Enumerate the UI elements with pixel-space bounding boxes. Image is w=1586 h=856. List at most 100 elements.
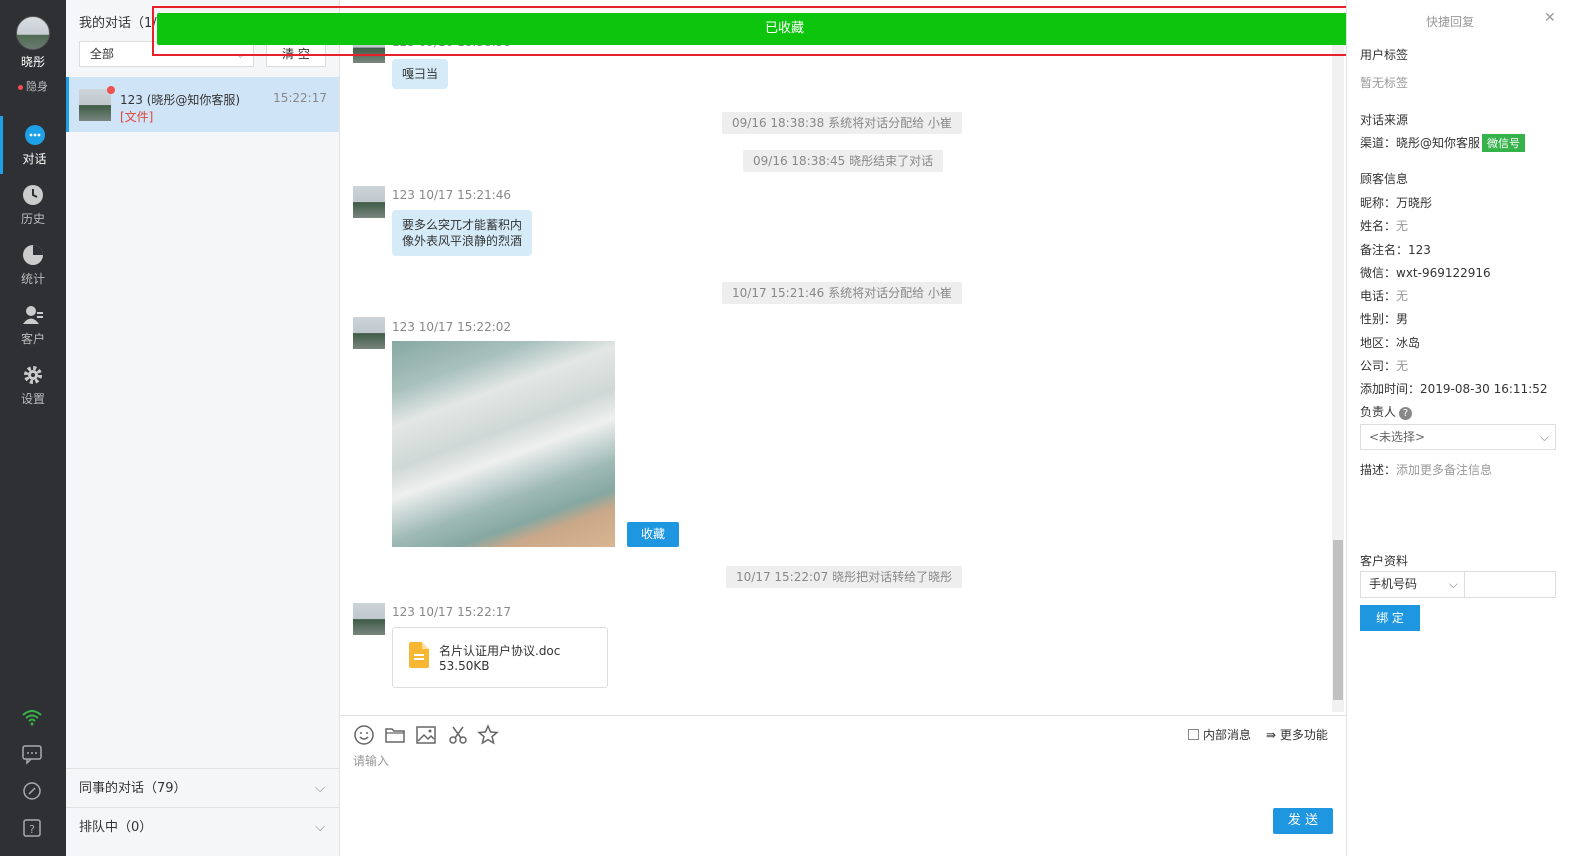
question-mark-icon[interactable]: ? (1399, 407, 1413, 420)
phone-row: 电话：无 (1360, 287, 1408, 304)
conversation-item[interactable]: 123 (晓彤@知你客服) [文件] 15:22:17 (66, 77, 339, 132)
user-avatar[interactable] (16, 16, 50, 50)
queue-group[interactable]: 排队中（0） ⌵ (66, 807, 339, 846)
clock-icon (23, 185, 43, 205)
name-row: 姓名：无 (1360, 217, 1408, 234)
left-nav: 晓彤 隐身 对话 历史 统计 客户 设置 ? (0, 0, 66, 856)
message-input[interactable]: 请输入 (353, 752, 389, 769)
description-label: 描述： (1360, 463, 1397, 477)
nav-item-label: 设置 (20, 392, 45, 406)
more-functions-button[interactable]: ⇛ 更多功能 (1266, 726, 1328, 743)
file-size: 53.50KB (439, 659, 490, 673)
help-icon[interactable]: ? (21, 817, 43, 839)
added-time-row: 添加时间：2019-08-30 16:11:52 (1360, 380, 1547, 397)
pie-chart-icon (23, 245, 43, 265)
channel-row: 渠道：晓彤@知你客服 微信号 (1360, 134, 1526, 152)
chat-scrollbar[interactable] (1332, 40, 1344, 712)
owner-select[interactable]: <未选择> ⌵ (1360, 424, 1556, 450)
message-avatar (353, 317, 385, 349)
region-row: 地区：冰岛 (1360, 334, 1420, 351)
company-value[interactable]: 无 (1396, 359, 1408, 373)
message-meta: 123 10/17 15:21:46 (392, 188, 512, 202)
image-icon[interactable] (415, 724, 437, 746)
added-time-label: 添加时间： (1360, 382, 1421, 396)
colleague-conversations-group[interactable]: 同事的对话（79） ⌵ (66, 768, 339, 807)
name-label: 姓名： (1360, 219, 1397, 233)
unread-dot-icon (107, 86, 115, 94)
company-label: 公司： (1360, 359, 1397, 373)
no-tags-text: 暂无标签 (1360, 76, 1409, 90)
region-label: 地区： (1360, 336, 1397, 350)
description-row: 描述：添加更多备注信息 (1360, 461, 1492, 478)
favorite-button[interactable]: 收藏 (627, 522, 679, 547)
nav-item-chat[interactable]: 对话 (0, 116, 66, 174)
close-icon[interactable]: ✕ (1544, 10, 1556, 26)
profile-type-select[interactable]: 手机号码 ⌵ (1360, 571, 1465, 598)
customer-profile-title: 客户资料 (1360, 554, 1409, 568)
remark-label: 备注名： (1360, 243, 1409, 257)
conversation-avatar (79, 89, 111, 121)
nickname-row: 昵称：万晓彤 (1360, 194, 1432, 211)
wechat-badge: 微信号 (1482, 134, 1526, 152)
nickname-value[interactable]: 万晓彤 (1396, 196, 1432, 210)
file-name: 名片认证用户协议.doc (439, 644, 561, 658)
nav-item-history[interactable]: 历史 (0, 176, 66, 234)
source-title: 对话来源 (1360, 113, 1409, 127)
message-image[interactable] (392, 341, 615, 547)
svg-text:?: ? (29, 823, 35, 836)
wechat-label: 微信： (1360, 266, 1397, 280)
message-meta: 123 10/17 15:22:02 (392, 320, 512, 334)
send-button[interactable]: 发 送 (1273, 808, 1333, 834)
nav-item-stats[interactable]: 统计 (0, 236, 66, 294)
phone-value[interactable]: 无 (1396, 289, 1408, 303)
region-value[interactable]: 冰岛 (1396, 336, 1420, 350)
toast-notification: 已收藏 (157, 13, 1412, 45)
emoji-icon[interactable] (353, 724, 375, 746)
quick-reply-tab[interactable]: 快捷回复 (1426, 13, 1474, 30)
conversation-list: 我的对话（1/ 全部 ⌵ 清 空 123 (晓彤@知你客服) [文件] 15:2… (66, 0, 340, 856)
conversation-name: 123 (晓彤@知你客服) (120, 93, 241, 107)
file-attachment-card[interactable]: 名片认证用户协议.doc 53.50KB (392, 627, 608, 688)
wifi-icon[interactable] (21, 706, 43, 728)
name-value[interactable]: 无 (1396, 219, 1408, 233)
message-bubble: 嘎彐当 (392, 59, 449, 89)
scissors-icon[interactable] (447, 724, 469, 746)
company-row: 公司：无 (1360, 357, 1408, 374)
internal-message-toggle[interactable]: 内部消息 (1188, 726, 1251, 743)
owner-label: 负责人 (1360, 405, 1397, 419)
my-conversations-title: 我的对话（1/ (79, 16, 157, 31)
folder-icon[interactable] (384, 724, 406, 746)
message-composer: 内部消息 ⇛ 更多功能 请输入 发 送 (340, 715, 1346, 856)
link-icon[interactable] (21, 780, 43, 802)
internal-message-checkbox[interactable] (1188, 729, 1199, 740)
gender-label: 性别： (1360, 312, 1397, 326)
document-file-icon (409, 642, 429, 668)
message-meta: 123 10/17 15:22:17 (392, 605, 512, 619)
customer-info-title: 顾客信息 (1360, 172, 1409, 186)
customer-icon (23, 306, 43, 324)
star-icon[interactable] (477, 724, 499, 746)
system-message: 09/16 18:38:38 系统将对话分配给 小崔 (722, 112, 962, 134)
phone-label: 电话： (1360, 289, 1397, 303)
system-message: 09/16 18:38:45 晓彤结束了对话 (743, 150, 944, 172)
wechat-value[interactable]: wxt-969122916 (1396, 266, 1491, 280)
colleague-conversations-label: 同事的对话（79） (79, 781, 187, 796)
bind-button[interactable]: 绑 定 (1360, 605, 1420, 631)
chevron-down-icon: ⌵ (315, 781, 325, 796)
nav-item-label: 统计 (20, 272, 45, 286)
user-tags-title: 用户标签 (1360, 48, 1409, 62)
remark-value[interactable]: 123 (1408, 243, 1431, 257)
gender-row: 性别：男 (1360, 310, 1408, 327)
description-input[interactable]: 添加更多备注信息 (1396, 463, 1492, 477)
scrollbar-thumb[interactable] (1333, 540, 1343, 700)
nav-item-settings[interactable]: 设置 (0, 356, 66, 414)
message-icon[interactable] (21, 743, 43, 765)
profile-value-input[interactable] (1464, 571, 1556, 598)
chevron-down-icon: ⌵ (315, 820, 325, 835)
owner-row: 负责人? (1360, 403, 1413, 420)
nav-item-customers[interactable]: 客户 (0, 296, 66, 354)
nickname-label: 昵称： (1360, 196, 1397, 210)
wechat-row: 微信：wxt-969122916 (1360, 264, 1491, 281)
gender-value[interactable]: 男 (1396, 312, 1408, 326)
user-status[interactable]: 隐身 (0, 78, 66, 94)
